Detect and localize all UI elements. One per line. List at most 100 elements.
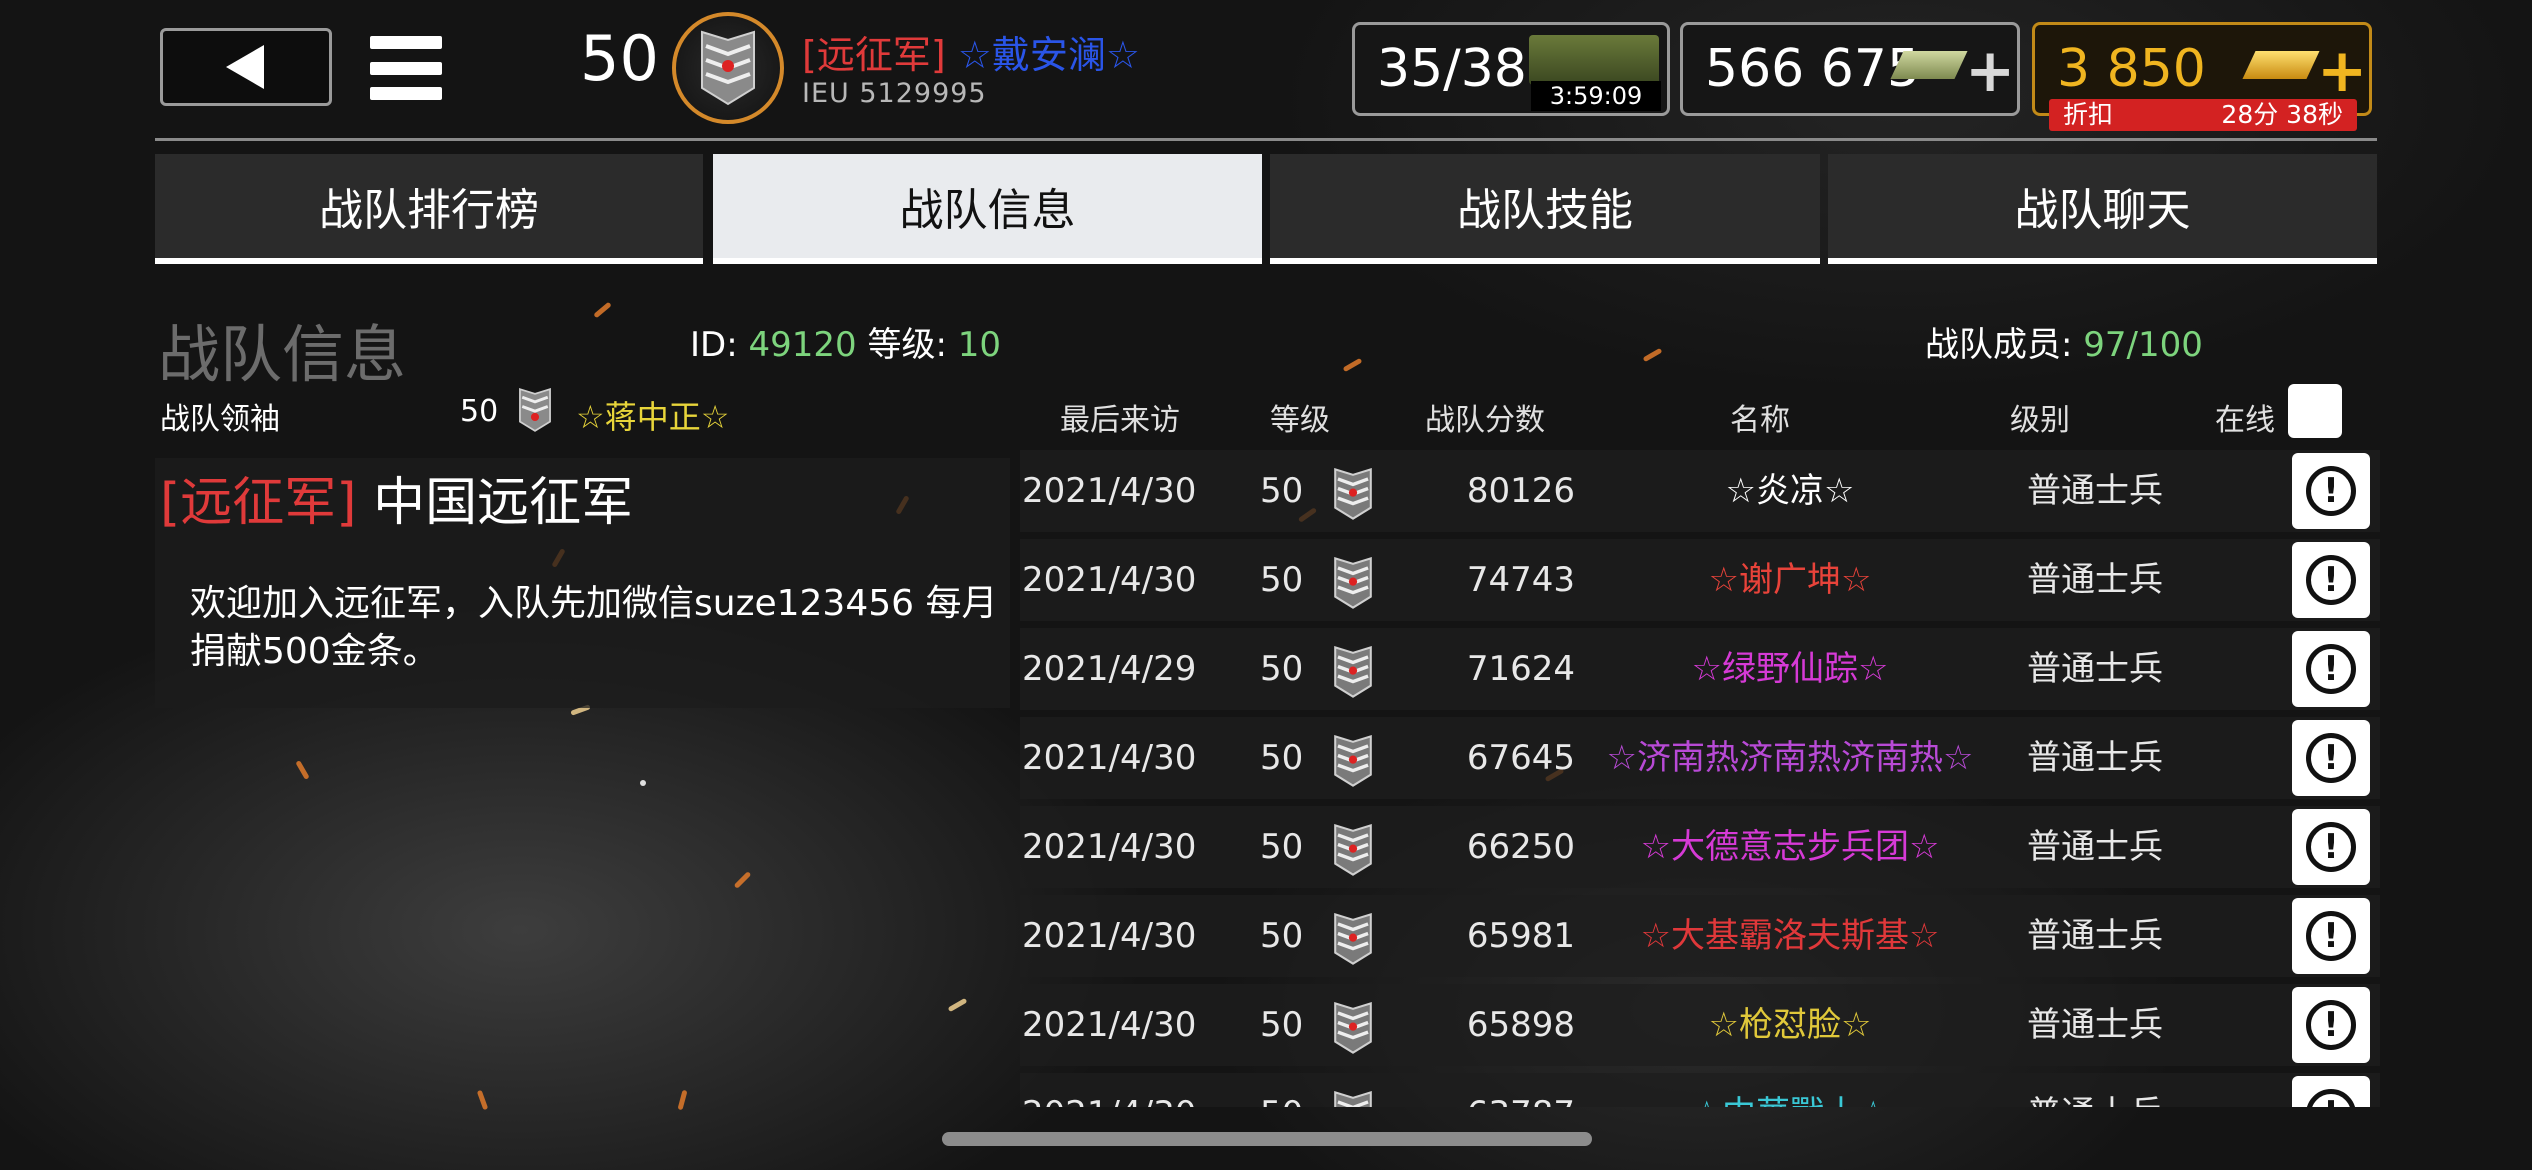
clan-id-level: ID: 49120 等级: 10 bbox=[690, 317, 1001, 366]
member-rank: 普通士兵 bbox=[2027, 827, 2163, 867]
col-last-visit: 最后来访 bbox=[1060, 403, 1180, 438]
member-list[interactable]: 2021/4/30 50 80126 ☆炎凉☆ 普通士兵! 2021/4/30 50 7474… bbox=[1020, 450, 2380, 1107]
tab-clan-skills[interactable]: 战队技能 bbox=[1270, 154, 1820, 264]
member-info-button[interactable]: ! bbox=[2292, 453, 2370, 529]
member-level: 50 bbox=[1260, 560, 1304, 600]
member-last-visit: 2021/4/30 bbox=[1022, 916, 1197, 956]
leader-level: 50 bbox=[460, 394, 499, 429]
col-rank: 级别 bbox=[2010, 403, 2070, 438]
table-row[interactable]: 2021/4/30 50 66250 ☆大德意志步兵团☆ 普通士兵! bbox=[1020, 806, 2380, 888]
member-name: ☆中華戰士☆ bbox=[1580, 1073, 2000, 1107]
member-points: 65898 bbox=[1466, 1005, 1575, 1045]
member-level: 50 bbox=[1260, 738, 1304, 778]
col-level: 等级 bbox=[1270, 403, 1330, 438]
leader-label: 战队领袖 bbox=[160, 402, 280, 437]
member-level: 50 bbox=[1260, 1005, 1304, 1045]
rank-insignia-icon bbox=[1330, 734, 1376, 787]
clan-level-label: 等级: bbox=[867, 325, 947, 365]
member-last-visit: 2021/4/30 bbox=[1022, 738, 1197, 778]
member-points: 66250 bbox=[1466, 827, 1575, 867]
menu-button[interactable] bbox=[370, 36, 442, 100]
member-name: ☆谢广坤☆ bbox=[1708, 560, 1872, 600]
section-title: 战队信息 bbox=[158, 318, 407, 391]
player-rank-badge[interactable] bbox=[672, 12, 784, 124]
member-name: ☆大基霸洛夫斯基☆ bbox=[1640, 916, 1940, 956]
exclamation-mark: ! bbox=[2323, 738, 2339, 778]
leader-name[interactable]: ☆蒋中正☆ bbox=[576, 392, 729, 438]
members-label: 战队成员: bbox=[1925, 325, 2073, 365]
member-info-button[interactable]: ! bbox=[2292, 631, 2370, 707]
member-points: 65981 bbox=[1466, 916, 1575, 956]
clan-level-value: 10 bbox=[957, 325, 1002, 365]
member-info-button[interactable]: ! bbox=[2292, 987, 2370, 1063]
table-row[interactable]: 2021/4/30 50 63787☆中華戰士☆普通士兵! bbox=[1020, 1073, 2380, 1107]
player-name: [远征军] ☆戴安澜☆ bbox=[802, 24, 1140, 79]
tab-clan-ranking[interactable]: 战队排行榜 bbox=[155, 154, 703, 264]
tab-clan-info[interactable]: 战队信息 bbox=[713, 154, 1262, 264]
table-row[interactable]: 2021/4/30 50 80126 ☆炎凉☆ 普通士兵! bbox=[1020, 450, 2380, 532]
plus-icon[interactable]: + bbox=[1965, 41, 2015, 101]
clan-name: [远征军] 中国远征军 bbox=[160, 460, 633, 535]
member-info-button[interactable]: ! bbox=[2292, 809, 2370, 885]
tab-label: 战队聊天 bbox=[2014, 185, 2191, 236]
discount-banner[interactable]: 折扣 28分 38秒 bbox=[2049, 99, 2357, 131]
rank-insignia-icon bbox=[1330, 1001, 1376, 1054]
plus-icon[interactable]: + bbox=[2317, 41, 2367, 101]
supply-value: 35/38 bbox=[1377, 39, 1527, 99]
player-level: 50 bbox=[580, 22, 659, 95]
silver-counter[interactable]: 566 675 + bbox=[1680, 22, 2020, 116]
member-last-visit: 2021/4/30 bbox=[1022, 1005, 1197, 1045]
member-name: ☆绿野仙踪☆ bbox=[1691, 649, 1889, 689]
tab-clan-chat[interactable]: 战队聊天 bbox=[1828, 154, 2377, 264]
member-level: 50 bbox=[1260, 827, 1304, 867]
back-arrow-icon bbox=[226, 45, 264, 89]
player-clan-tag: [远征军] bbox=[802, 33, 946, 77]
member-level: 50 bbox=[1260, 649, 1304, 689]
table-row[interactable]: 2021/4/29 50 71624 ☆绿野仙踪☆ 普通士兵! bbox=[1020, 628, 2380, 710]
table-row[interactable]: 2021/4/30 50 67645 ☆济南热济南热济南热☆ 普通士兵! bbox=[1020, 717, 2380, 799]
member-level: 50 bbox=[1260, 471, 1304, 511]
header-divider bbox=[155, 138, 2377, 141]
clan-motto: 欢迎加入远征军，入队先加微信suze123456 每月捐献500金条。 bbox=[190, 583, 998, 672]
table-row[interactable]: 2021/4/30 50 74743 ☆谢广坤☆ 普通士兵! bbox=[1020, 539, 2380, 621]
member-level: 50 bbox=[1260, 1073, 1330, 1107]
table-row[interactable]: 2021/4/30 50 65981 ☆大基霸洛夫斯基☆ 普通士兵! bbox=[1020, 895, 2380, 977]
gold-counter[interactable]: 3 850 + 折扣 28分 38秒 bbox=[2032, 22, 2372, 131]
member-points: 74743 bbox=[1466, 560, 1575, 600]
home-indicator[interactable] bbox=[942, 1132, 1592, 1146]
member-last-visit: 2021/4/30 bbox=[1022, 560, 1197, 600]
member-rank: 普通士兵 bbox=[2027, 738, 2163, 778]
member-last-visit: 2021/4/30 bbox=[1022, 1073, 1212, 1107]
hamburger-menu-icon bbox=[370, 36, 442, 49]
member-level: 50 bbox=[1260, 916, 1304, 956]
supply-counter[interactable]: 35/38 3:59:09 bbox=[1352, 22, 1670, 116]
clan-id-value: 49120 bbox=[748, 325, 857, 365]
table-row[interactable]: 2021/4/30 50 65898 ☆枪怼脸☆ 普通士兵! bbox=[1020, 984, 2380, 1066]
player-name-text: ☆戴安澜☆ bbox=[957, 33, 1140, 77]
tab-label: 战队排行榜 bbox=[319, 185, 539, 236]
member-name: ☆济南热济南热济南热☆ bbox=[1606, 738, 1974, 778]
member-info-button[interactable]: ! bbox=[2292, 898, 2370, 974]
member-info-button[interactable]: ! bbox=[2292, 1076, 2370, 1107]
member-points: 80126 bbox=[1466, 471, 1575, 511]
clan-members-count: 战队成员: 97/100 bbox=[1925, 317, 2203, 366]
tab-label: 战队技能 bbox=[1457, 185, 1633, 236]
exclamation-mark: ! bbox=[2323, 471, 2339, 511]
member-rank: 普通士兵 bbox=[2027, 471, 2163, 511]
member-points: 63787 bbox=[1415, 1073, 1575, 1107]
member-rank: 普通士兵 bbox=[2027, 916, 2163, 956]
exclamation-mark: ! bbox=[2323, 560, 2339, 600]
member-info-button[interactable]: ! bbox=[2292, 720, 2370, 796]
member-name: ☆枪怼脸☆ bbox=[1708, 1005, 1872, 1045]
tab-label: 战队信息 bbox=[899, 185, 1076, 236]
exclamation-mark: ! bbox=[2292, 1089, 2370, 1107]
exclamation-mark: ! bbox=[2323, 649, 2339, 689]
back-button[interactable] bbox=[160, 28, 332, 106]
player-id: IEU 5129995 bbox=[802, 78, 987, 109]
member-info-button[interactable]: ! bbox=[2292, 542, 2370, 618]
online-filter-checkbox[interactable] bbox=[2288, 384, 2342, 438]
member-rank: 普通士兵 bbox=[1945, 1073, 2245, 1107]
rank-insignia-icon bbox=[516, 387, 554, 436]
discount-label: 折扣 bbox=[2063, 100, 2114, 129]
rank-insignia-icon bbox=[1330, 645, 1376, 698]
